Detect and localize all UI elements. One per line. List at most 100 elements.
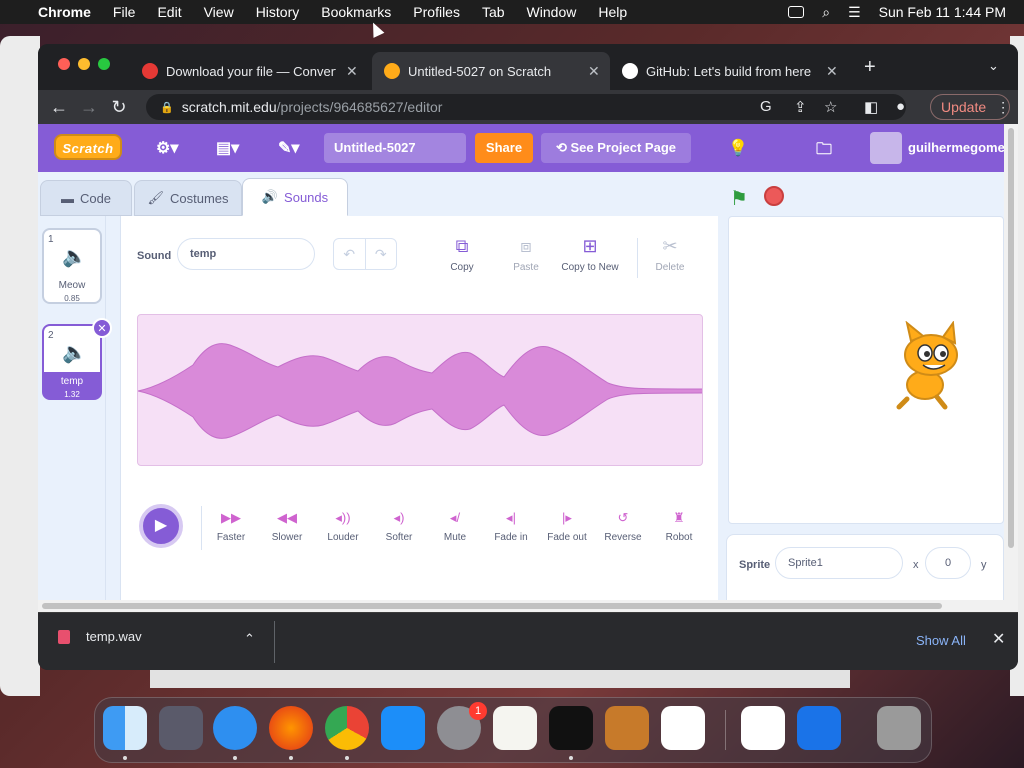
play-sound-button[interactable]: ▶ — [139, 504, 183, 548]
close-tab-icon[interactable]: ✕ — [826, 63, 838, 80]
menu-history[interactable]: History — [256, 4, 300, 20]
tab-sounds[interactable]: 🔊 Sounds — [242, 178, 348, 216]
sound-name-input[interactable]: temp — [177, 238, 315, 270]
see-project-page-button[interactable]: ⟲ See Project Page — [541, 133, 691, 163]
paste-button[interactable]: ⧈ Paste — [491, 236, 561, 273]
avatar[interactable] — [870, 132, 902, 164]
sprite-name-input[interactable]: Sprite1 — [775, 547, 903, 579]
launchpad-icon[interactable] — [159, 706, 203, 750]
green-flag-icon[interactable]: ⚑ — [730, 186, 748, 211]
menu-edit[interactable]: Edit — [157, 4, 181, 20]
maximize-window-button[interactable] — [98, 58, 110, 70]
tab-search-chevron-icon[interactable]: ⌄ — [988, 58, 999, 74]
tutorials-lightbulb-icon[interactable]: 💡 — [728, 138, 748, 158]
terminal-icon[interactable] — [549, 706, 593, 750]
costumes-brush-icon: 🖌 — [147, 190, 164, 205]
effect-reverse[interactable]: ↺ Reverse — [595, 510, 651, 543]
vertical-scrollbar[interactable] — [1004, 124, 1018, 612]
share-button[interactable]: Share — [475, 133, 533, 163]
effect-softer[interactable]: ◂) Softer — [371, 510, 427, 543]
tab-code[interactable]: ▬ Code — [40, 180, 132, 216]
close-icon[interactable]: ✕ — [992, 629, 1005, 649]
username[interactable]: guilhermegomes — [908, 140, 1004, 155]
firefox-icon[interactable] — [269, 706, 313, 750]
minimize-window-button[interactable] — [78, 58, 90, 70]
textedit-icon[interactable] — [493, 706, 537, 750]
tab-convertio[interactable]: Download your file — Convertio ✕ — [130, 52, 368, 90]
cat-sprite[interactable] — [885, 321, 969, 411]
menu-help[interactable]: Help — [598, 4, 627, 20]
update-button[interactable]: Update ⋮ — [930, 94, 1010, 120]
copy-to-new-button[interactable]: ⊞ Copy to New — [555, 236, 625, 273]
tab-costumes[interactable]: 🖌 Costumes — [134, 180, 242, 216]
effect-slower[interactable]: ◀◀ Slower — [259, 510, 315, 543]
file-menu-icon[interactable]: ▤▾ — [216, 138, 239, 158]
share-page-icon[interactable]: ⇪ — [794, 98, 807, 116]
menu-profiles[interactable]: Profiles — [413, 4, 460, 20]
control-center-icon[interactable]: ☰ — [848, 4, 861, 21]
redo-icon[interactable]: ↷ — [366, 239, 397, 269]
menu-window[interactable]: Window — [527, 4, 577, 20]
spotlight-icon[interactable]: ⌕ — [822, 4, 830, 21]
effect-fade-out[interactable]: |▸ Fade out — [539, 510, 595, 543]
chevron-up-icon[interactable]: ⌃ — [244, 631, 255, 647]
finder-icon[interactable] — [103, 706, 147, 750]
address-bar[interactable]: 🔒 scratch.mit.edu/projects/964685627/edi… — [146, 94, 906, 120]
my-stuff-folder-icon[interactable]: 🗀 — [816, 138, 832, 165]
profile-icon[interactable]: ● — [896, 98, 905, 115]
undo-icon[interactable]: ↶ — [334, 239, 366, 269]
menu-app-name[interactable]: Chrome — [38, 4, 91, 20]
menu-clock[interactable]: Sun Feb 11 1:44 PM — [879, 4, 1006, 20]
bookmark-star-icon[interactable]: ☆ — [824, 98, 837, 116]
visual-studio-icon[interactable] — [741, 706, 785, 750]
stop-icon[interactable] — [764, 186, 784, 206]
copy-button[interactable]: ⧉ Copy — [427, 236, 497, 273]
waveform-display[interactable] — [137, 314, 703, 466]
new-tab-icon[interactable]: + — [864, 56, 876, 79]
effect-robot[interactable]: ♜ Robot — [651, 510, 707, 543]
download-item[interactable]: temp.wav — [58, 629, 142, 644]
side-panel-icon[interactable]: ◧ — [864, 98, 878, 116]
sound-item-meow[interactable]: 1 🔈 Meow 0.85 — [42, 228, 102, 304]
effect-faster[interactable]: ▶▶ Faster — [203, 510, 259, 543]
effect-mute[interactable]: ◂/ Mute — [427, 510, 483, 543]
tab-scratch[interactable]: Untitled-5027 on Scratch ✕ — [372, 52, 610, 90]
lock-icon[interactable]: 🔒 — [160, 101, 174, 114]
settings-gear-icon[interactable]: ⚙▾ — [156, 138, 178, 158]
stage[interactable] — [728, 216, 1004, 524]
edit-menu-icon[interactable]: ✎▾ — [278, 138, 299, 158]
x-position-input[interactable]: 0 — [925, 547, 971, 579]
project-title-input[interactable]: Untitled-5027 — [324, 133, 466, 163]
scratch-logo[interactable]: Scratch — [54, 134, 122, 160]
close-window-button[interactable] — [58, 58, 70, 70]
screen-mirror-icon[interactable] — [788, 6, 805, 18]
tab-github[interactable]: GitHub: Let's build from here · ✕ — [610, 52, 848, 90]
vertical-scroll-thumb[interactable] — [1008, 128, 1014, 548]
more-menu-icon[interactable]: ⋮ — [996, 99, 1010, 116]
reload-icon[interactable]: ↻ — [104, 97, 134, 118]
delete-sound-icon[interactable]: ✕ — [92, 318, 112, 338]
menu-tab[interactable]: Tab — [482, 4, 505, 20]
sound-item-temp[interactable]: 2 🔈 temp 1.32 ✕ — [42, 318, 112, 400]
chrome-icon[interactable] — [325, 706, 369, 750]
app-store-icon[interactable] — [381, 706, 425, 750]
safari-icon[interactable] — [213, 706, 257, 750]
menu-file[interactable]: File — [113, 4, 136, 20]
trash-icon[interactable] — [877, 706, 921, 750]
forward-icon[interactable]: → — [74, 97, 104, 118]
weather-icon[interactable] — [797, 706, 841, 750]
vscode-icon[interactable] — [661, 706, 705, 750]
horizontal-scroll-thumb[interactable] — [42, 603, 942, 609]
close-tab-icon[interactable]: ✕ — [588, 63, 600, 80]
garageband-icon[interactable] — [605, 706, 649, 750]
google-icon[interactable]: G — [760, 98, 772, 115]
horizontal-scrollbar[interactable] — [38, 600, 1004, 612]
effect-fade-in[interactable]: ◂| Fade in — [483, 510, 539, 543]
effect-louder[interactable]: ◂)) Louder — [315, 510, 371, 543]
close-tab-icon[interactable]: ✕ — [346, 63, 358, 80]
back-icon[interactable]: ← — [44, 97, 74, 118]
delete-button[interactable]: ✂ Delete — [635, 236, 705, 273]
menu-bookmarks[interactable]: Bookmarks — [321, 4, 391, 20]
show-all-link[interactable]: Show All — [916, 633, 966, 648]
menu-view[interactable]: View — [204, 4, 234, 20]
